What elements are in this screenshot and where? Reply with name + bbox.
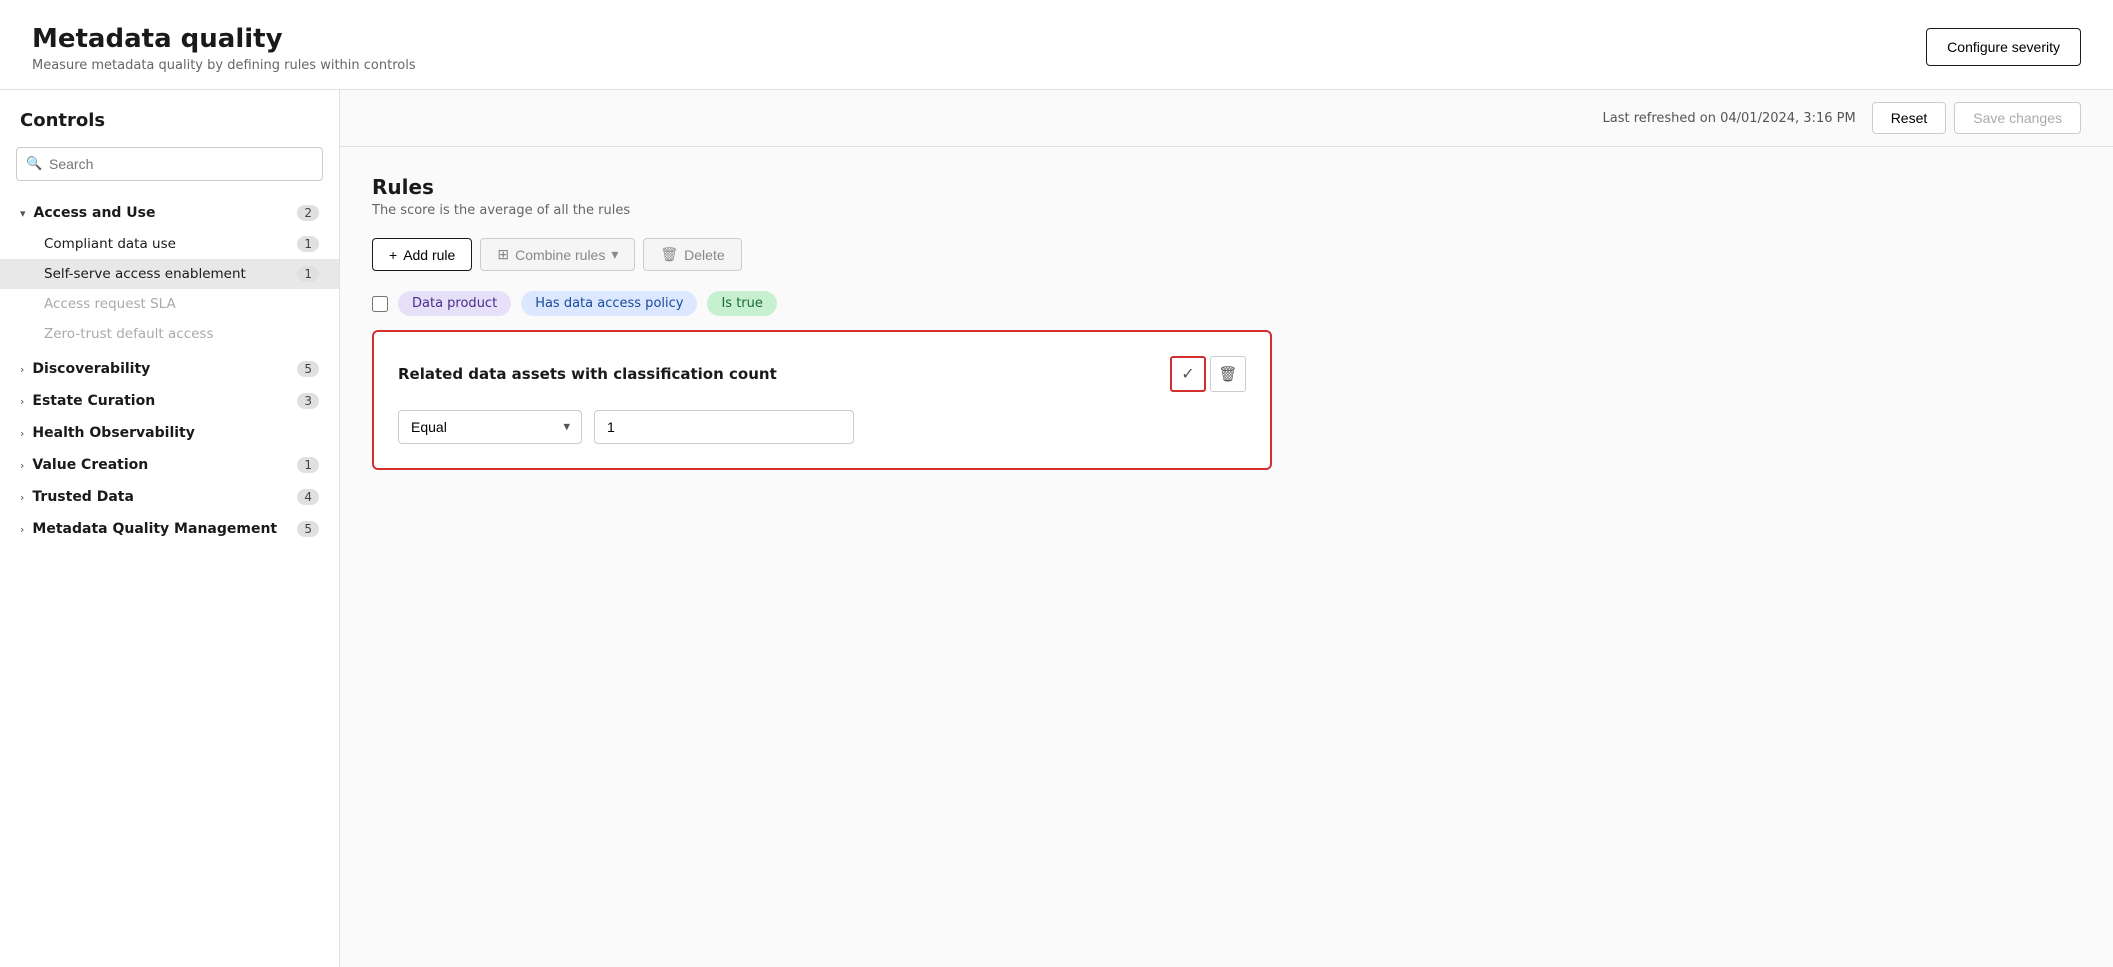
nav-group-badge: 5: [297, 361, 319, 377]
nav-group-header-metadata-quality-management[interactable]: › Metadata Quality Management 5: [0, 513, 339, 545]
chevron-down-icon: ▾: [611, 246, 618, 263]
chevron-right-icon: ›: [20, 459, 24, 472]
combine-icon: ⊞: [497, 246, 509, 263]
main-content: Last refreshed on 04/01/2024, 3:16 PM Re…: [340, 90, 2113, 967]
top-header: Metadata quality Measure metadata qualit…: [0, 0, 2113, 90]
nav-group-header-access-and-use[interactable]: ▾ Access and Use 2: [0, 197, 339, 229]
sidebar-item-badge: 1: [297, 266, 319, 282]
rules-title: Rules: [372, 175, 2081, 199]
nav-group-header-estate-curation[interactable]: › Estate Curation 3: [0, 385, 339, 417]
tag-is-true: Is true: [707, 291, 776, 316]
chevron-right-icon: ›: [20, 395, 24, 408]
nav-group-label: Estate Curation: [32, 393, 155, 409]
plus-icon: +: [389, 247, 397, 263]
search-box: 🔍: [16, 147, 323, 181]
rule-row: Data product Has data access policy Is t…: [372, 291, 2081, 316]
page-subtitle: Measure metadata quality by defining rul…: [32, 58, 416, 73]
nav-group-header-trusted-data[interactable]: › Trusted Data 4: [0, 481, 339, 513]
sidebar: Controls 🔍 ▾ Access and Use 2 Compliant …: [0, 90, 340, 967]
save-changes-button[interactable]: Save changes: [1954, 102, 2081, 134]
nav-group-header-health-observability[interactable]: › Health Observability: [0, 417, 339, 449]
rule-delete-button[interactable]: 🗑: [1210, 356, 1246, 392]
rule-confirm-button[interactable]: ✓: [1170, 356, 1206, 392]
nav-group-access-and-use: ▾ Access and Use 2 Compliant data use 1 …: [0, 197, 339, 353]
app-container: Metadata quality Measure metadata qualit…: [0, 0, 2113, 967]
configure-severity-button[interactable]: Configure severity: [1926, 28, 2081, 66]
nav-group-badge: 3: [297, 393, 319, 409]
sidebar-item-zero-trust: Zero-trust default access: [0, 319, 339, 349]
sidebar-title: Controls: [0, 110, 339, 147]
search-input[interactable]: [16, 147, 323, 181]
sidebar-item-access-request-sla: Access request SLA: [0, 289, 339, 319]
nav-group-discoverability: › Discoverability 5: [0, 353, 339, 385]
chevron-right-icon: ›: [20, 363, 24, 376]
nav-group-label: Value Creation: [32, 457, 148, 473]
nav-group-label: Discoverability: [32, 361, 150, 377]
nav-group-metadata-quality-management: › Metadata Quality Management 5: [0, 513, 339, 545]
nav-group-label: Metadata Quality Management: [32, 521, 277, 537]
sidebar-item-label: Access request SLA: [44, 296, 176, 312]
rules-section: Rules The score is the average of all th…: [340, 147, 2113, 498]
main-layout: Controls 🔍 ▾ Access and Use 2 Compliant …: [0, 90, 2113, 967]
condition-select-wrapper: Equal Not equal Greater than Less than G…: [398, 410, 582, 444]
sidebar-item-label: Self-serve access enablement: [44, 266, 246, 282]
nav-group-badge: 1: [297, 457, 319, 473]
reset-button[interactable]: Reset: [1872, 102, 1947, 134]
rule-card-actions: ✓ 🗑: [1170, 356, 1246, 392]
sidebar-item-compliant-data-use[interactable]: Compliant data use 1: [0, 229, 339, 259]
page-title: Metadata quality: [32, 24, 416, 54]
chevron-right-icon: ›: [20, 427, 24, 440]
nav-group-trusted-data: › Trusted Data 4: [0, 481, 339, 513]
nav-group-header-value-creation[interactable]: › Value Creation 1: [0, 449, 339, 481]
search-icon: 🔍: [26, 157, 42, 172]
trash-icon: 🗑: [660, 246, 678, 263]
checkmark-icon: ✓: [1181, 364, 1194, 384]
nav-group-health-observability: › Health Observability: [0, 417, 339, 449]
header-left: Metadata quality Measure metadata qualit…: [32, 24, 416, 73]
nav-group-label: Access and Use: [34, 205, 156, 221]
combine-rules-button[interactable]: ⊞ Combine rules ▾: [480, 238, 635, 271]
content-toolbar: Last refreshed on 04/01/2024, 3:16 PM Re…: [340, 90, 2113, 147]
nav-sub-items-access-and-use: Compliant data use 1 Self-serve access e…: [0, 229, 339, 353]
delete-button[interactable]: 🗑 Delete: [643, 238, 741, 271]
tag-data-product: Data product: [398, 291, 511, 316]
nav-group-value-creation: › Value Creation 1: [0, 449, 339, 481]
sidebar-item-badge: 1: [297, 236, 319, 252]
nav-group-header-discoverability[interactable]: › Discoverability 5: [0, 353, 339, 385]
combine-rules-label: Combine rules: [515, 247, 605, 263]
nav-group-badge: 4: [297, 489, 319, 505]
rule-card-body: Equal Not equal Greater than Less than G…: [398, 410, 1246, 444]
rule-card-title: Related data assets with classification …: [398, 365, 777, 383]
chevron-down-icon: ▾: [20, 207, 26, 220]
rule-card-header: Related data assets with classification …: [398, 356, 1246, 392]
rule-row-checkbox[interactable]: [372, 296, 388, 312]
last-refreshed-label: Last refreshed on 04/01/2024, 3:16 PM: [1602, 111, 1855, 126]
sidebar-item-label: Zero-trust default access: [44, 326, 214, 342]
chevron-right-icon: ›: [20, 523, 24, 536]
nav-group-badge: 2: [297, 205, 319, 221]
tag-has-data-access-policy: Has data access policy: [521, 291, 697, 316]
condition-select[interactable]: Equal Not equal Greater than Less than G…: [398, 410, 582, 444]
delete-label: Delete: [684, 247, 724, 263]
nav-group-estate-curation: › Estate Curation 3: [0, 385, 339, 417]
nav-group-label: Trusted Data: [32, 489, 134, 505]
nav-group-badge: 5: [297, 521, 319, 537]
rules-subtitle: The score is the average of all the rule…: [372, 203, 2081, 218]
chevron-right-icon: ›: [20, 491, 24, 504]
sidebar-item-self-serve-access[interactable]: Self-serve access enablement 1: [0, 259, 339, 289]
nav-group-label: Health Observability: [32, 425, 194, 441]
trash-icon: 🗑: [1218, 365, 1237, 383]
add-rule-label: Add rule: [403, 247, 455, 263]
sidebar-item-label: Compliant data use: [44, 236, 176, 252]
rules-actions: + Add rule ⊞ Combine rules ▾ 🗑 Delete: [372, 238, 2081, 271]
add-rule-button[interactable]: + Add rule: [372, 238, 472, 271]
rule-card: Related data assets with classification …: [372, 330, 1272, 470]
value-input[interactable]: [594, 410, 854, 444]
